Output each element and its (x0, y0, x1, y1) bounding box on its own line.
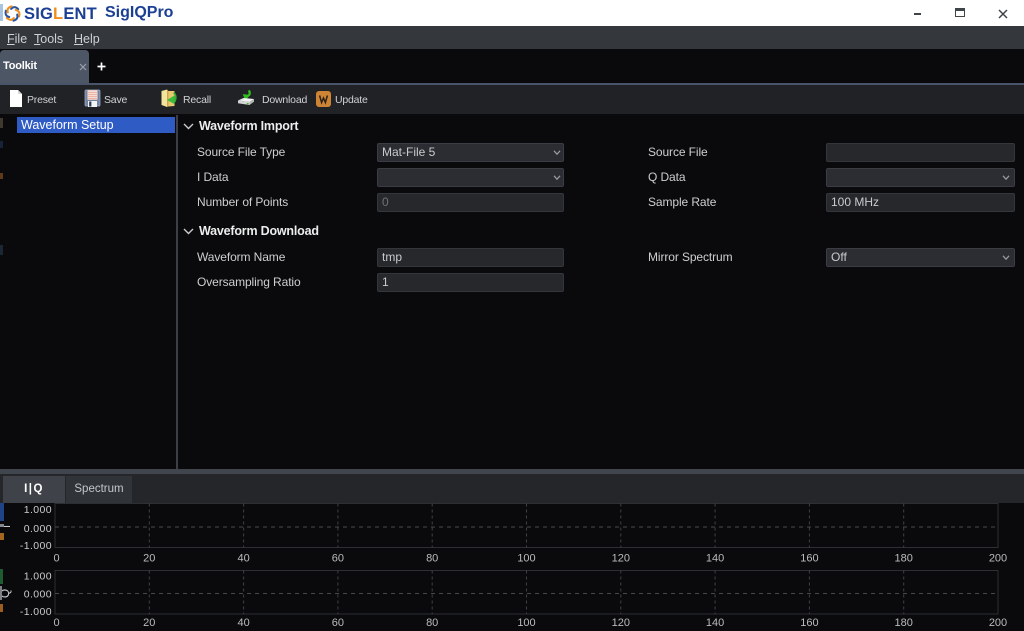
svg-text:-1.000: -1.000 (20, 606, 52, 618)
svg-text:120: 120 (612, 553, 630, 565)
svg-text:200: 200 (989, 617, 1007, 629)
svg-text:1.000: 1.000 (24, 504, 52, 516)
svg-text:0: 0 (53, 553, 59, 565)
svg-text:1.000: 1.000 (24, 571, 52, 583)
svg-text:100: 100 (517, 617, 535, 629)
svg-text:0.000: 0.000 (24, 589, 52, 601)
svg-text:-1.000: -1.000 (20, 540, 52, 552)
svg-text:160: 160 (800, 617, 818, 629)
svg-text:80: 80 (426, 553, 438, 565)
svg-text:180: 180 (895, 553, 913, 565)
svg-text:20: 20 (143, 553, 155, 565)
svg-text:200: 200 (989, 553, 1007, 565)
svg-text:180: 180 (895, 617, 913, 629)
svg-text:80: 80 (426, 617, 438, 629)
svg-text:100: 100 (517, 553, 535, 565)
svg-text:40: 40 (237, 553, 249, 565)
svg-text:140: 140 (706, 553, 724, 565)
svg-text:140: 140 (706, 617, 724, 629)
svg-text:0.000: 0.000 (24, 523, 52, 535)
svg-text:60: 60 (332, 553, 344, 565)
svg-text:20: 20 (143, 617, 155, 629)
svg-text:60: 60 (332, 617, 344, 629)
svg-text:160: 160 (800, 553, 818, 565)
svg-text:40: 40 (237, 617, 249, 629)
svg-text:0: 0 (53, 617, 59, 629)
svg-text:120: 120 (612, 617, 630, 629)
